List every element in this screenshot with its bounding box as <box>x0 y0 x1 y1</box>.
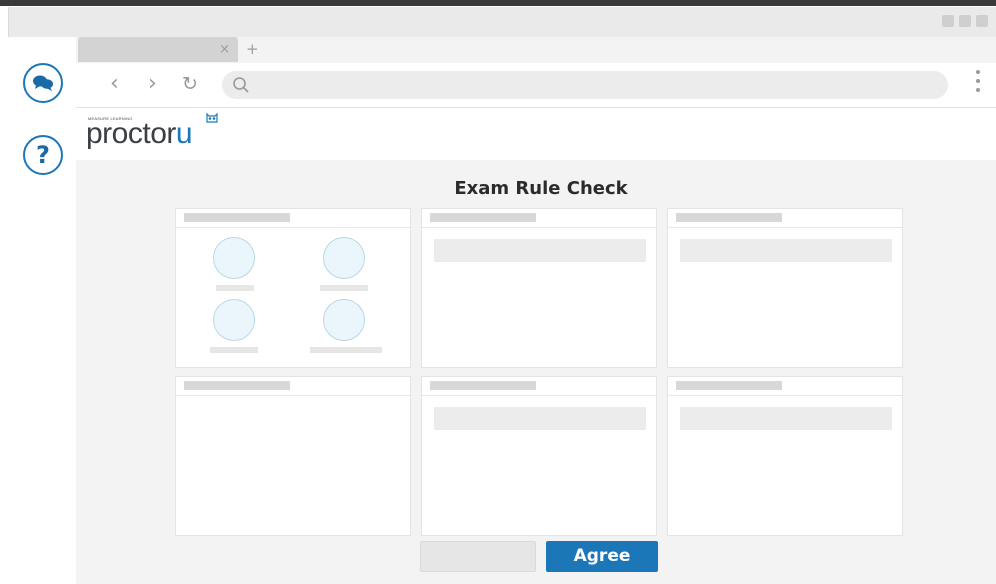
tab-close-icon[interactable]: × <box>219 42 230 57</box>
card-header <box>422 209 656 228</box>
chat-button[interactable] <box>23 63 63 103</box>
question-icon: ? <box>36 141 50 169</box>
caption-placeholder <box>310 347 382 353</box>
owl-icon <box>206 113 218 123</box>
card-title-placeholder <box>430 213 536 222</box>
logo-text-accent: u <box>175 117 193 150</box>
maximize-button[interactable] <box>959 15 971 27</box>
window-controls <box>942 15 988 27</box>
avatar-placeholder <box>213 299 255 341</box>
page-content: MEASURE LEARNING proctoru Exam Rule Chec… <box>76 108 996 584</box>
logo-text-main: proctor <box>86 117 176 150</box>
rule-card-2 <box>421 208 657 368</box>
close-window-button[interactable] <box>976 15 988 27</box>
card-title-placeholder <box>184 381 290 390</box>
card-body-placeholder <box>680 407 892 430</box>
new-tab-icon[interactable]: + <box>246 40 259 58</box>
proctoru-logo: proctoru <box>86 114 193 154</box>
help-button[interactable]: ? <box>23 135 63 175</box>
browser-toolbar: ‹ › ↻ <box>76 63 996 108</box>
rule-card-4 <box>175 376 411 536</box>
rule-card-3 <box>667 208 903 368</box>
caption-placeholder <box>216 285 254 291</box>
search-icon <box>233 77 249 93</box>
card-body-placeholder <box>434 239 646 262</box>
agree-button[interactable]: Agree <box>546 541 658 572</box>
card-header <box>176 377 410 396</box>
card-header <box>176 209 410 228</box>
minimize-button[interactable] <box>942 15 954 27</box>
disabled-button[interactable] <box>420 541 536 572</box>
caption-placeholder <box>210 347 258 353</box>
avatar-placeholder <box>323 299 365 341</box>
page-title: Exam Rule Check <box>454 178 628 199</box>
card-title-placeholder <box>430 381 536 390</box>
page-header: MEASURE LEARNING proctoru <box>76 108 996 160</box>
card-body-placeholder <box>434 407 646 430</box>
left-rail: ? <box>8 37 76 584</box>
avatar-placeholder <box>213 237 255 279</box>
browser-tab[interactable]: × <box>78 37 238 62</box>
card-title-placeholder <box>676 381 782 390</box>
avatar-placeholder <box>323 237 365 279</box>
card-title-placeholder <box>184 213 290 222</box>
forward-icon[interactable]: › <box>148 71 157 97</box>
back-icon[interactable]: ‹ <box>110 71 119 97</box>
address-bar[interactable] <box>222 71 948 99</box>
kebab-menu-icon[interactable] <box>976 70 982 97</box>
card-title-placeholder <box>676 213 782 222</box>
rule-card-5 <box>421 376 657 536</box>
title-bar <box>8 7 996 37</box>
card-body-placeholder <box>680 239 892 262</box>
card-header <box>668 209 902 228</box>
card-header <box>668 377 902 396</box>
rule-card-6 <box>667 376 903 536</box>
app-window: ? × + ‹ › ↻ MEASURE LEARNING proctoru Ex… <box>0 0 996 584</box>
chat-bubbles-icon <box>33 75 53 91</box>
card-header <box>422 377 656 396</box>
window-top-border <box>0 0 996 6</box>
rule-card-1 <box>175 208 411 368</box>
caption-placeholder <box>320 285 368 291</box>
tab-strip: × + <box>76 37 996 63</box>
reload-icon[interactable]: ↻ <box>182 71 198 97</box>
